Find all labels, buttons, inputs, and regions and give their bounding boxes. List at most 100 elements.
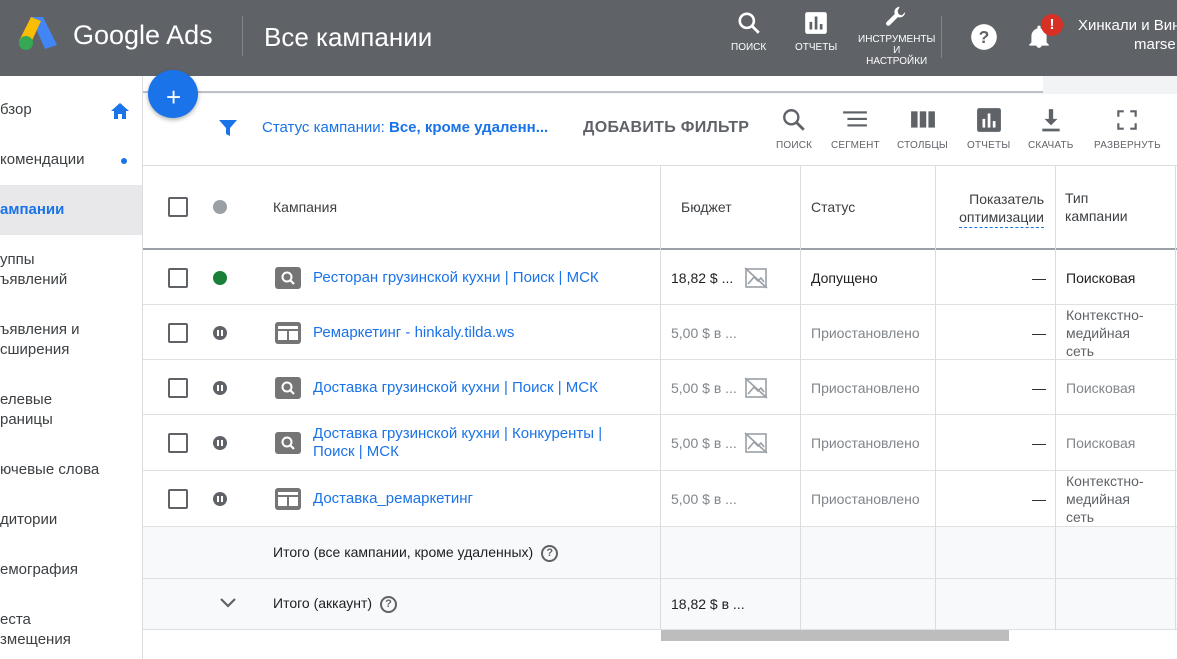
download-button[interactable]: СКАЧАТЬ — [1028, 107, 1074, 151]
status-paused-icon[interactable] — [213, 381, 227, 395]
campaign-type: Поисковая — [1066, 435, 1136, 451]
column-header-type[interactable]: Тип кампании — [1065, 189, 1128, 225]
totals-label: Итого (аккаунт) — [273, 595, 373, 611]
campaign-name-link[interactable]: Ресторан грузинской кухни | Поиск | МСК — [313, 269, 599, 287]
sidebar-item-overview[interactable]: бзор — [0, 100, 142, 120]
account-email: marse — [1134, 36, 1176, 53]
add-filter-button[interactable]: ДОБАВИТЬ ФИЛЬТР — [583, 119, 749, 137]
table-search-label: ПОИСК — [776, 140, 813, 151]
campaign-type-line: сеть — [1066, 343, 1095, 359]
sidebar-item-ad-groups[interactable]: уппы ъявлений — [0, 250, 142, 290]
expand-button[interactable]: РАЗВЕРНУТЬ — [1094, 107, 1161, 151]
status-paused-icon[interactable] — [213, 436, 227, 450]
horizontal-scrollbar[interactable] — [661, 630, 1009, 641]
header-tools-label-3: НАСТРОЙКИ — [866, 56, 928, 67]
sidebar-item-placements[interactable]: еста змещения — [0, 610, 142, 650]
search-campaign-icon — [275, 267, 301, 289]
segment-button[interactable]: СЕГМЕНТ — [831, 107, 880, 151]
brand-name: Google Ads — [73, 20, 213, 50]
status-header-icon[interactable] — [213, 200, 227, 214]
download-icon — [1042, 109, 1060, 132]
column-header-status[interactable]: Статус — [811, 198, 855, 216]
no-image-icon[interactable] — [744, 377, 768, 399]
segment-label: СЕГМЕНТ — [831, 140, 880, 151]
account-switcher[interactable]: Хинкали и Вин marse — [1078, 16, 1177, 53]
campaign-type-line: Контекстно- — [1066, 307, 1144, 323]
row-checkbox[interactable] — [168, 268, 188, 288]
plus-icon: + — [166, 82, 182, 112]
sidebar-item-label: ампании — [0, 201, 65, 218]
budget-value[interactable]: 5,00 $ в ... — [671, 434, 737, 452]
header-line: Показатель — [969, 191, 1044, 207]
sidebar-item-keywords[interactable]: ючевые слова — [0, 460, 142, 480]
sidebar-item-demographics[interactable]: емография — [0, 560, 142, 580]
budget-value[interactable]: 5,00 $ в ... — [671, 324, 737, 342]
reports-icon — [976, 108, 1001, 132]
sidebar-item-label: дитории — [0, 511, 58, 528]
create-button[interactable]: + — [148, 70, 198, 118]
help-button[interactable]: ? — [970, 23, 998, 51]
chevron-down-icon[interactable] — [219, 597, 237, 609]
new-indicator-dot — [121, 158, 127, 164]
status-text: Приостановлено — [811, 435, 920, 451]
header-search-button[interactable]: ПОИСК — [731, 10, 766, 53]
search-campaign-icon — [275, 377, 301, 399]
row-checkbox[interactable] — [168, 378, 188, 398]
select-all-checkbox[interactable] — [168, 197, 188, 217]
reports-button[interactable]: ОТЧЕТЫ — [967, 107, 1010, 151]
budget-value[interactable]: 5,00 $ в ... — [671, 379, 737, 397]
columns-button[interactable]: СТОЛБЦЫ — [897, 107, 948, 151]
sidebar-item-label: сширения — [0, 341, 70, 358]
status-enabled-dot[interactable] — [213, 271, 227, 285]
header-tools-button[interactable]: ИНСТРУМЕНТЫ И НАСТРОЙКИ — [858, 4, 935, 67]
optimization-score: — — [1032, 491, 1046, 507]
sidebar-item-audiences[interactable]: дитории — [0, 510, 142, 530]
page-title: Все кампании — [264, 22, 433, 52]
help-icon: ? — [971, 24, 997, 50]
sidebar-item-label: ъявления и — [0, 321, 80, 338]
sidebar-item-landing-pages[interactable]: елевые раницы — [0, 390, 142, 430]
column-header-optimization[interactable]: Показатель оптимизации — [938, 190, 1044, 228]
column-divider — [1175, 166, 1176, 630]
divider — [242, 16, 243, 56]
campaign-type-cell: Контекстно-медийная сеть — [1066, 306, 1172, 360]
campaign-type-line: сеть — [1066, 509, 1095, 525]
row-checkbox[interactable] — [168, 433, 188, 453]
status-paused-icon[interactable] — [213, 492, 227, 506]
campaign-name-link[interactable]: Доставка грузинской кухни | Конкуренты |… — [313, 425, 602, 461]
table-search-button[interactable]: ПОИСК — [776, 107, 812, 151]
status-paused-icon[interactable] — [213, 326, 227, 340]
campaign-status-filter[interactable]: Статус кампании: Все, кроме удаленн... — [262, 119, 548, 136]
no-image-icon[interactable] — [744, 432, 768, 454]
no-image-icon[interactable] — [744, 267, 768, 289]
expand-label: РАЗВЕРНУТЬ — [1094, 140, 1161, 151]
campaign-name-link[interactable]: Доставка грузинской кухни | Поиск | МСК — [313, 379, 598, 397]
segment-icon — [843, 111, 868, 127]
columns-icon — [910, 111, 935, 128]
campaign-name-link[interactable]: Ремаркетинг - hinkaly.tilda.ws — [313, 324, 514, 342]
row-checkbox[interactable] — [168, 489, 188, 509]
column-header-campaign[interactable]: Кампания — [273, 198, 337, 216]
sidebar-item-campaigns[interactable]: ампании — [0, 185, 142, 235]
help-icon[interactable]: ? — [541, 545, 559, 562]
column-divider — [800, 166, 801, 630]
sidebar-item-ads-extensions[interactable]: ъявления и сширения — [0, 320, 142, 360]
search-icon — [783, 109, 805, 131]
sidebar-item-label: елевые — [0, 391, 53, 408]
sidebar-item-label: змещения — [0, 631, 71, 648]
filter-icon[interactable] — [218, 118, 238, 138]
status-text: Допущено — [811, 270, 878, 286]
budget-value[interactable]: 18,82 $ ... — [671, 269, 733, 287]
campaigns-table: Кампания Бюджет Статус Показатель оптими… — [143, 166, 1177, 630]
campaign-name-link[interactable]: Доставка_ремаркетинг — [313, 490, 473, 508]
column-divider — [660, 166, 661, 630]
help-icon[interactable]: ? — [380, 596, 398, 613]
header-reports-button[interactable]: ОТЧЕТЫ — [795, 10, 837, 53]
google-ads-logo[interactable] — [17, 15, 57, 51]
budget-value[interactable]: 5,00 $ в ... — [671, 490, 737, 508]
header-tools-label-1: ИНСТРУМЕНТЫ — [858, 34, 936, 45]
column-header-budget[interactable]: Бюджет — [681, 198, 732, 216]
campaign-type-line: медийная — [1066, 325, 1131, 341]
sidebar-item-recommendations[interactable]: комендации — [0, 150, 142, 170]
row-checkbox[interactable] — [168, 323, 188, 343]
